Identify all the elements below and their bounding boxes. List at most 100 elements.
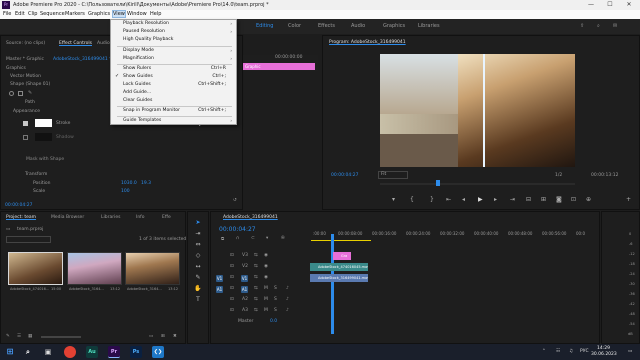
position-x[interactable]: 1030.0 xyxy=(121,181,137,186)
windows-start-icon[interactable]: ⊞ xyxy=(4,346,16,358)
program-video-frame[interactable] xyxy=(380,54,575,167)
minimize-button[interactable]: — xyxy=(584,1,598,9)
photoshop-icon[interactable]: Ps xyxy=(130,346,142,358)
chrome-icon[interactable] xyxy=(64,346,76,358)
project-search-input[interactable] xyxy=(6,236,51,243)
premiere-taskbar-icon[interactable]: Pr xyxy=(108,346,120,358)
menu-item-paused-resolution[interactable]: Paused Resolution xyxy=(123,29,165,34)
video-clip-v1[interactable]: AdobeStock_316499041.mov xyxy=(310,274,368,282)
notification-center-icon[interactable]: ▭ xyxy=(628,349,632,354)
eye-icon[interactable]: ◉ xyxy=(264,275,268,280)
go-to-in-icon[interactable]: ⇤ xyxy=(446,196,451,203)
playhead-marker[interactable] xyxy=(436,180,440,186)
pen-mask-icon[interactable]: ✎ xyxy=(28,90,32,96)
shadow-checkbox[interactable] xyxy=(23,135,28,140)
stroke-checkbox[interactable] xyxy=(23,121,28,126)
sync-lock-icon[interactable]: ⇆ xyxy=(254,275,258,280)
source-patch-a1[interactable]: A1 xyxy=(216,286,223,293)
tab-project[interactable]: Project: team xyxy=(6,215,36,220)
tab-source[interactable]: Source: (no clips) xyxy=(6,41,45,46)
menu-item-add-guide[interactable]: Add Guide... xyxy=(123,90,151,95)
extract-icon[interactable]: ⊞ xyxy=(541,196,546,203)
master-value[interactable]: 0.0 xyxy=(270,319,277,324)
lock-icon[interactable]: ⊡ xyxy=(230,253,234,258)
project-thumbnail[interactable] xyxy=(67,252,122,285)
share-icon[interactable]: ⇪ xyxy=(580,23,584,29)
reset-icon[interactable]: ↺ xyxy=(233,198,237,203)
list-view-icon[interactable]: ☰ xyxy=(17,334,21,339)
guide-line[interactable] xyxy=(483,54,485,167)
close-button[interactable]: ✕ xyxy=(622,1,636,9)
fit-dropdown[interactable]: Fit xyxy=(378,171,408,179)
eye-icon[interactable]: ◉ xyxy=(264,253,268,258)
hand-tool-icon[interactable]: ✋ xyxy=(194,285,202,293)
solo-icon[interactable]: S xyxy=(274,308,277,313)
play-icon[interactable]: ▶ xyxy=(478,196,483,203)
menu-sequence[interactable]: Sequence xyxy=(40,11,65,17)
program-scrubber[interactable] xyxy=(380,183,575,185)
vscode-icon[interactable]: ❮❯ xyxy=(152,346,164,358)
menu-graphics[interactable]: Graphics xyxy=(88,11,110,17)
sync-lock-icon[interactable]: ⇆ xyxy=(254,264,258,269)
workspace-libraries[interactable]: Libraries xyxy=(418,23,440,29)
menu-item-clear-guides[interactable]: Clear Guides xyxy=(123,98,152,103)
vr-icon[interactable]: ⊕ xyxy=(586,196,591,203)
track-label[interactable]: V1 xyxy=(241,275,248,282)
video-clip-v2[interactable]: AdobeStock_474016045.mov xyxy=(310,263,368,271)
mute-icon[interactable]: M xyxy=(264,286,268,291)
lock-icon[interactable]: ⊡ xyxy=(230,275,234,280)
vector-motion[interactable]: Vector Motion xyxy=(10,74,41,79)
track-select-tool-icon[interactable]: ⇥ xyxy=(194,230,202,238)
menu-markers[interactable]: Markers xyxy=(65,11,85,17)
sync-lock-icon[interactable]: ⇆ xyxy=(254,253,258,258)
project-thumbnail[interactable] xyxy=(8,252,63,285)
clock-date[interactable]: 30.06.2023 xyxy=(591,352,617,357)
menu-item-show-rulers[interactable]: Show Rulers xyxy=(123,66,151,71)
transform-label[interactable]: Transform xyxy=(25,172,47,177)
camera-icon[interactable]: ◙ xyxy=(556,196,562,203)
rect-mask-icon[interactable] xyxy=(18,91,23,96)
lock-icon[interactable]: ⊡ xyxy=(230,264,234,269)
resolution-dropdown[interactable]: 1/2 xyxy=(555,173,562,178)
source-patch-v1[interactable]: V1 xyxy=(216,275,223,282)
tab-effects[interactable]: Effe xyxy=(162,215,171,220)
menu-item-display-mode[interactable]: Display Mode xyxy=(123,48,154,53)
step-back-icon[interactable]: ◂ xyxy=(462,196,465,203)
mic-icon[interactable]: ♪ xyxy=(286,297,289,302)
ellipse-mask-icon[interactable] xyxy=(9,91,14,96)
menu-file[interactable]: File xyxy=(3,11,11,17)
work-area-bar[interactable] xyxy=(311,240,371,241)
marker-icon[interactable]: ▾ xyxy=(392,196,395,203)
workspace-color[interactable]: Color xyxy=(288,23,301,29)
wrench-icon[interactable]: ✇ xyxy=(281,236,285,241)
go-to-out-icon[interactable]: ⇥ xyxy=(510,196,515,203)
in-point-icon[interactable]: { xyxy=(410,196,414,203)
tray-chevron-icon[interactable]: ⌃ xyxy=(542,349,546,354)
stroke-color-swatch[interactable] xyxy=(35,119,52,127)
task-view-icon[interactable]: ▣ xyxy=(42,346,54,358)
selection-tool-icon[interactable]: ➤ xyxy=(194,219,202,227)
solo-icon[interactable]: S xyxy=(274,297,277,302)
marker-add-icon[interactable]: ▾ xyxy=(266,236,268,241)
menu-item-magnification[interactable]: Magnification xyxy=(123,56,154,61)
network-icon[interactable]: ☷ xyxy=(556,349,560,354)
new-bin-icon[interactable]: ▭ xyxy=(149,334,153,339)
menu-item-high-quality-playback[interactable]: High Quality Playback xyxy=(123,37,173,42)
notifications-icon[interactable]: ✉ xyxy=(613,23,617,29)
add-button-icon[interactable]: + xyxy=(626,196,631,203)
pen-tool-icon[interactable]: ✎ xyxy=(194,274,202,282)
graphic-clip[interactable]: Gra xyxy=(333,252,351,260)
program-title[interactable]: Program: AdobeStock_316499041 xyxy=(329,40,406,45)
timeline-playhead[interactable] xyxy=(331,234,334,334)
icon-view-icon[interactable]: ▦ xyxy=(28,334,32,339)
program-timecode[interactable]: 00:00:04:27 xyxy=(331,173,358,178)
workspace-effects[interactable]: Effects xyxy=(318,23,335,29)
razor-tool-icon[interactable]: ◇ xyxy=(194,252,202,260)
out-point-icon[interactable]: } xyxy=(430,196,434,203)
menu-clip[interactable]: Clip xyxy=(28,11,37,17)
tab-effect-controls[interactable]: Effect Controls xyxy=(59,41,92,46)
tab-audio[interactable]: Audio xyxy=(97,41,110,46)
position-y[interactable]: 19.3 xyxy=(141,181,151,186)
volume-icon[interactable]: ♫ xyxy=(569,349,573,354)
search-icon[interactable]: ⌕ xyxy=(597,23,600,29)
